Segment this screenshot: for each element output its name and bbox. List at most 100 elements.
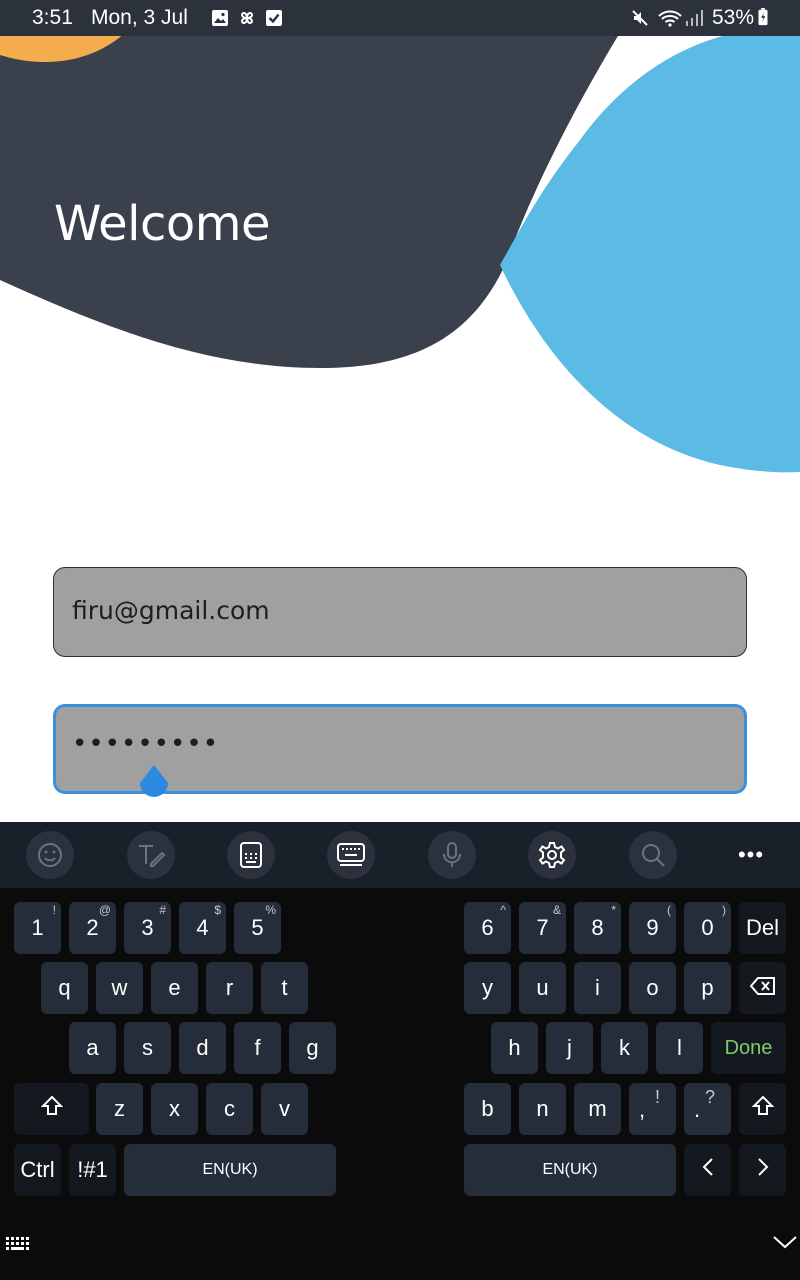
key-2[interactable]: 2 @ [69,902,116,954]
key-c-label: c [224,1096,235,1121]
key-s[interactable]: s [124,1022,171,1074]
key-v[interactable]: v [261,1083,308,1135]
key-4[interactable]: 4 $ [179,902,226,954]
keyboard-layout-icon[interactable] [4,1234,34,1254]
key-comma[interactable]: ,! [629,1083,676,1135]
key-1[interactable]: 1! [14,902,61,954]
key-6-label: 6 [481,915,494,940]
shift-left-icon[interactable] [14,1083,89,1135]
key-6[interactable]: 6 ^ [464,902,511,954]
key-9-label: 9 [646,915,659,940]
key-r[interactable]: r [206,962,253,1014]
key-e[interactable]: e [151,962,198,1014]
key-j[interactable]: j [546,1022,593,1074]
handwriting-icon[interactable] [127,831,175,879]
key-4-label: 4 [196,915,209,940]
settings-icon[interactable] [528,831,576,879]
key-5[interactable]: 5% [234,902,281,954]
key-7[interactable]: 7 & [519,902,566,954]
key-p-label: p [701,975,714,1000]
cursor-left-icon[interactable] [684,1144,731,1196]
status-time: 3:51 [32,6,73,29]
key-y-label: y [482,975,493,1000]
key-2-label: 2 [86,915,99,940]
key-q[interactable]: q [41,962,88,1014]
key-k[interactable]: k [601,1022,648,1074]
key-period-alt-label: ? [704,1087,715,1107]
key-8-alt-label: * [611,903,616,917]
key-a-label: a [86,1035,99,1060]
ctrl-key-label: Ctrl [20,1157,55,1182]
key-9-alt-label: ( [667,903,671,917]
mute-icon [632,10,648,26]
key-4-alt-label: $ [214,903,221,917]
battery-percent: 53% [712,6,755,29]
key-w[interactable]: w [96,962,143,1014]
key-1-label: 1 [31,915,44,940]
key-b-label: b [481,1096,494,1121]
battery-icon [758,8,768,26]
key-del[interactable]: Del [739,902,786,954]
key-i-label: i [595,975,600,1000]
key-9[interactable]: 9( [629,902,676,954]
page-title: Welcome [54,196,271,252]
ctrl-key[interactable]: Ctrl [14,1144,61,1196]
email-field[interactable]: firu@gmail.com [53,567,747,657]
key-c[interactable]: c [206,1083,253,1135]
key-z[interactable]: z [96,1083,143,1135]
key-f[interactable]: f [234,1022,281,1074]
one-hand-keyboard-icon[interactable] [227,831,275,879]
key-g-label: g [306,1035,319,1060]
symbols-key[interactable]: !#1 [69,1144,116,1196]
more-icon[interactable]: ••• [727,831,775,879]
keyboard-toolbar: ••• [0,822,800,888]
key-0[interactable]: 0) [684,902,731,954]
key-i[interactable]: i [574,962,621,1014]
space-bar-right[interactable]: EN(UK) [464,1144,676,1196]
key-h[interactable]: h [491,1022,538,1074]
cursor-left-icon-label [700,1157,716,1183]
email-value: firu@gmail.com [72,596,270,625]
shift-right-icon[interactable] [739,1083,786,1135]
space-bar-left-label: EN(UK) [202,1161,258,1178]
cursor-right-icon[interactable] [739,1144,786,1196]
split-keyboard-icon[interactable] [327,831,375,879]
hide-keyboard-icon[interactable] [772,1232,798,1252]
password-field[interactable]: ••••••••• [53,704,747,797]
key-f-label: f [254,1035,261,1060]
space-bar-left[interactable]: EN(UK) [124,1144,336,1196]
key-n[interactable]: n [519,1083,566,1135]
key-m[interactable]: m [574,1083,621,1135]
key-b[interactable]: b [464,1083,511,1135]
emoji-icon[interactable] [26,831,74,879]
key-8[interactable]: 8 * [574,902,621,954]
key-q-label: q [58,975,71,1000]
key-x[interactable]: x [151,1083,198,1135]
key-u[interactable]: u [519,962,566,1014]
app-screen: 3:51 Mon, 3 Jul 53% Welcome firu@gmail.c… [0,0,800,1280]
key-period-label: . [694,1097,701,1122]
done-button[interactable]: Done [711,1022,786,1074]
key-o[interactable]: o [629,962,676,1014]
key-r-label: r [225,975,234,1000]
key-period[interactable]: .? [684,1083,731,1135]
search-icon[interactable] [629,831,677,879]
key-a[interactable]: a [69,1022,116,1074]
key-y[interactable]: y [464,962,511,1014]
key-p[interactable]: p [684,962,731,1014]
key-g[interactable]: g [289,1022,336,1074]
key-l[interactable]: l [656,1022,703,1074]
text-cursor-handle[interactable] [138,765,170,801]
space-bar-right-label: EN(UK) [542,1161,598,1178]
key-del-label: Del [745,915,779,940]
done-button-label: Done [724,1036,773,1059]
signal-icon [686,10,703,26]
cursor-right-icon-label [755,1157,771,1183]
backspace-icon[interactable] [739,962,786,1014]
key-3[interactable]: 3 # [124,902,171,954]
key-v-label: v [279,1096,290,1121]
key-d[interactable]: d [179,1022,226,1074]
microphone-icon[interactable] [428,831,476,879]
key-0-label: 0 [701,915,714,940]
key-t[interactable]: t [261,962,308,1014]
